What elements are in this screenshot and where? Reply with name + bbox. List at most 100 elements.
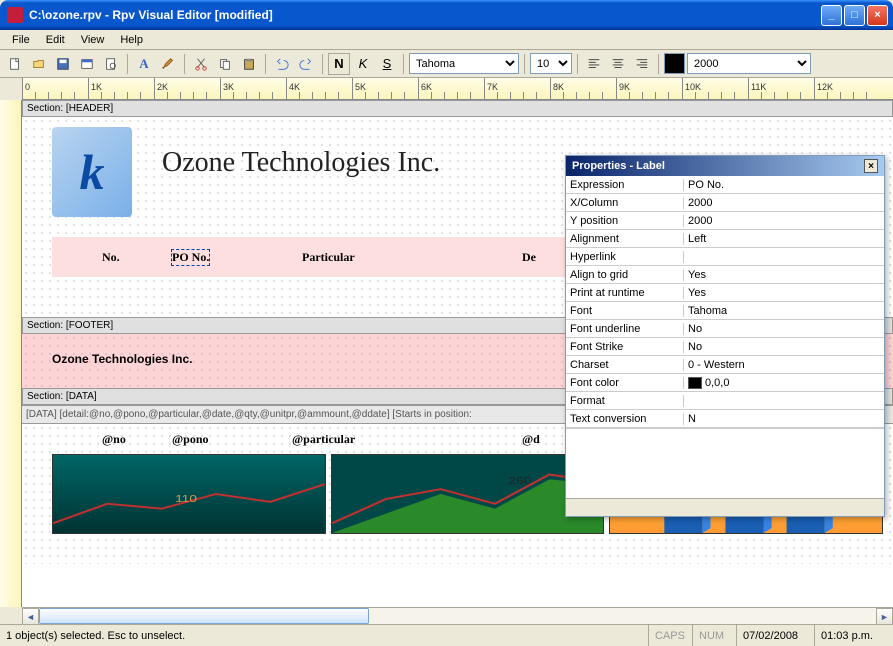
col-particular[interactable]: Particular [302, 250, 355, 265]
property-key: Text conversion [566, 413, 684, 425]
titlebar[interactable]: C:\ozone.rpv - Rpv Visual Editor [modifi… [0, 0, 893, 30]
new-icon[interactable] [4, 53, 26, 75]
property-key: Align to grid [566, 269, 684, 281]
data-col-no[interactable]: @no [102, 432, 126, 447]
property-value[interactable]: 2000 [684, 197, 884, 209]
ruler-tick-label: 4K [289, 82, 300, 92]
property-value[interactable]: 2000 [684, 215, 884, 227]
property-value[interactable]: N [684, 413, 884, 425]
position-select[interactable]: 2000 [687, 53, 811, 74]
data-col-particular[interactable]: @particular [292, 432, 355, 447]
chart-2[interactable]: 260 280 [331, 454, 605, 534]
property-value[interactable]: Tahoma [684, 305, 884, 317]
property-key: Hyperlink [566, 251, 684, 263]
scroll-track[interactable] [39, 608, 876, 624]
property-row[interactable]: X/Column2000 [566, 194, 884, 212]
property-row[interactable]: Format [566, 392, 884, 410]
font-size-select[interactable]: 10 [530, 53, 572, 74]
property-value[interactable]: 0 - Western [684, 359, 884, 371]
align-center-icon[interactable] [607, 53, 629, 75]
menu-edit[interactable]: Edit [38, 32, 73, 48]
property-row[interactable]: FontTahoma [566, 302, 884, 320]
chart-1[interactable]: 110 [52, 454, 326, 534]
undo-icon[interactable] [271, 53, 293, 75]
window-icon[interactable] [76, 53, 98, 75]
status-caps: CAPS [649, 625, 693, 646]
minimize-button[interactable]: _ [821, 5, 842, 26]
scroll-right-icon[interactable]: ► [876, 608, 893, 625]
property-row[interactable]: Text conversionN [566, 410, 884, 428]
col-de[interactable]: De [522, 250, 536, 265]
status-time: 01:03 p.m. [815, 625, 893, 646]
section-header-label[interactable]: Section: [HEADER] [22, 100, 893, 117]
property-value[interactable]: Left [684, 233, 884, 245]
paste-icon[interactable] [238, 53, 260, 75]
col-no[interactable]: No. [102, 250, 120, 265]
property-row[interactable]: Align to gridYes [566, 266, 884, 284]
properties-statusbar [566, 498, 884, 516]
property-value[interactable]: Yes [684, 287, 884, 299]
data-col-d[interactable]: @d [522, 432, 540, 447]
font-icon[interactable]: A [133, 53, 155, 75]
property-value[interactable]: PO No. [684, 179, 884, 191]
property-key: Format [566, 395, 684, 407]
property-row[interactable]: Charset0 - Western [566, 356, 884, 374]
property-row[interactable]: Y position2000 [566, 212, 884, 230]
properties-close-icon[interactable]: × [864, 159, 878, 173]
property-value[interactable]: Yes [684, 269, 884, 281]
property-row[interactable]: Hyperlink [566, 248, 884, 266]
ruler-tick-label: 10K [685, 82, 701, 92]
company-title-label[interactable]: Ozone Technologies Inc. [162, 147, 440, 179]
properties-titlebar[interactable]: Properties - Label × [566, 156, 884, 176]
footer-company-label[interactable]: Ozone Technologies Inc. [52, 352, 192, 366]
work-area: Section: [HEADER] k Ozone Technologies I… [0, 100, 893, 607]
property-row[interactable]: Print at runtimeYes [566, 284, 884, 302]
svg-text:260: 260 [508, 475, 531, 487]
svg-text:110: 110 [175, 493, 197, 505]
property-value[interactable]: No [684, 323, 884, 335]
close-button[interactable]: × [867, 5, 888, 26]
horizontal-ruler[interactable]: 01K2K3K4K5K6K7K8K9K10K11K12K [22, 78, 893, 100]
copy-icon[interactable] [214, 53, 236, 75]
property-row[interactable]: Font underlineNo [566, 320, 884, 338]
align-right-icon[interactable] [631, 53, 653, 75]
property-value[interactable]: 0,0,0 [684, 377, 884, 389]
font-select[interactable]: Tahoma [409, 53, 519, 74]
menu-view[interactable]: View [73, 32, 113, 48]
bold-icon[interactable]: N [328, 53, 350, 75]
color-swatch-icon [688, 377, 702, 389]
open-icon[interactable] [28, 53, 50, 75]
data-col-pono[interactable]: @pono [172, 432, 209, 447]
ruler-tick-label: 1K [91, 82, 102, 92]
redo-icon[interactable] [295, 53, 317, 75]
maximize-button[interactable]: □ [844, 5, 865, 26]
horizontal-scrollbar[interactable]: ◄ ► [22, 607, 893, 624]
save-icon[interactable] [52, 53, 74, 75]
ruler-tick-label: 11K [751, 82, 766, 92]
brush-icon[interactable] [157, 53, 179, 75]
toolbar: A N K S Tahoma 10 2000 [0, 50, 893, 78]
col-pono-selected[interactable]: PO No. [172, 250, 209, 265]
property-row[interactable]: Font StrikeNo [566, 338, 884, 356]
property-row[interactable]: Font color0,0,0 [566, 374, 884, 392]
ruler-tick-label: 12K [817, 82, 833, 92]
cut-icon[interactable] [190, 53, 212, 75]
italic-icon[interactable]: K [352, 53, 374, 75]
menu-file[interactable]: File [4, 32, 38, 48]
scroll-thumb[interactable] [39, 608, 369, 624]
property-key: Alignment [566, 233, 684, 245]
preview-icon[interactable] [100, 53, 122, 75]
properties-grid[interactable]: ExpressionPO No.X/Column2000Y position20… [566, 176, 884, 428]
logo-image[interactable]: k [52, 127, 132, 217]
align-left-icon[interactable] [583, 53, 605, 75]
underline-icon[interactable]: S [376, 53, 398, 75]
vertical-ruler[interactable] [0, 100, 22, 607]
properties-panel[interactable]: Properties - Label × ExpressionPO No.X/C… [565, 155, 885, 517]
property-row[interactable]: ExpressionPO No. [566, 176, 884, 194]
scroll-left-icon[interactable]: ◄ [22, 608, 39, 625]
ruler-tick-label: 3K [223, 82, 234, 92]
property-row[interactable]: AlignmentLeft [566, 230, 884, 248]
property-value[interactable]: No [684, 341, 884, 353]
menu-help[interactable]: Help [112, 32, 151, 48]
color-swatch[interactable] [664, 53, 685, 74]
